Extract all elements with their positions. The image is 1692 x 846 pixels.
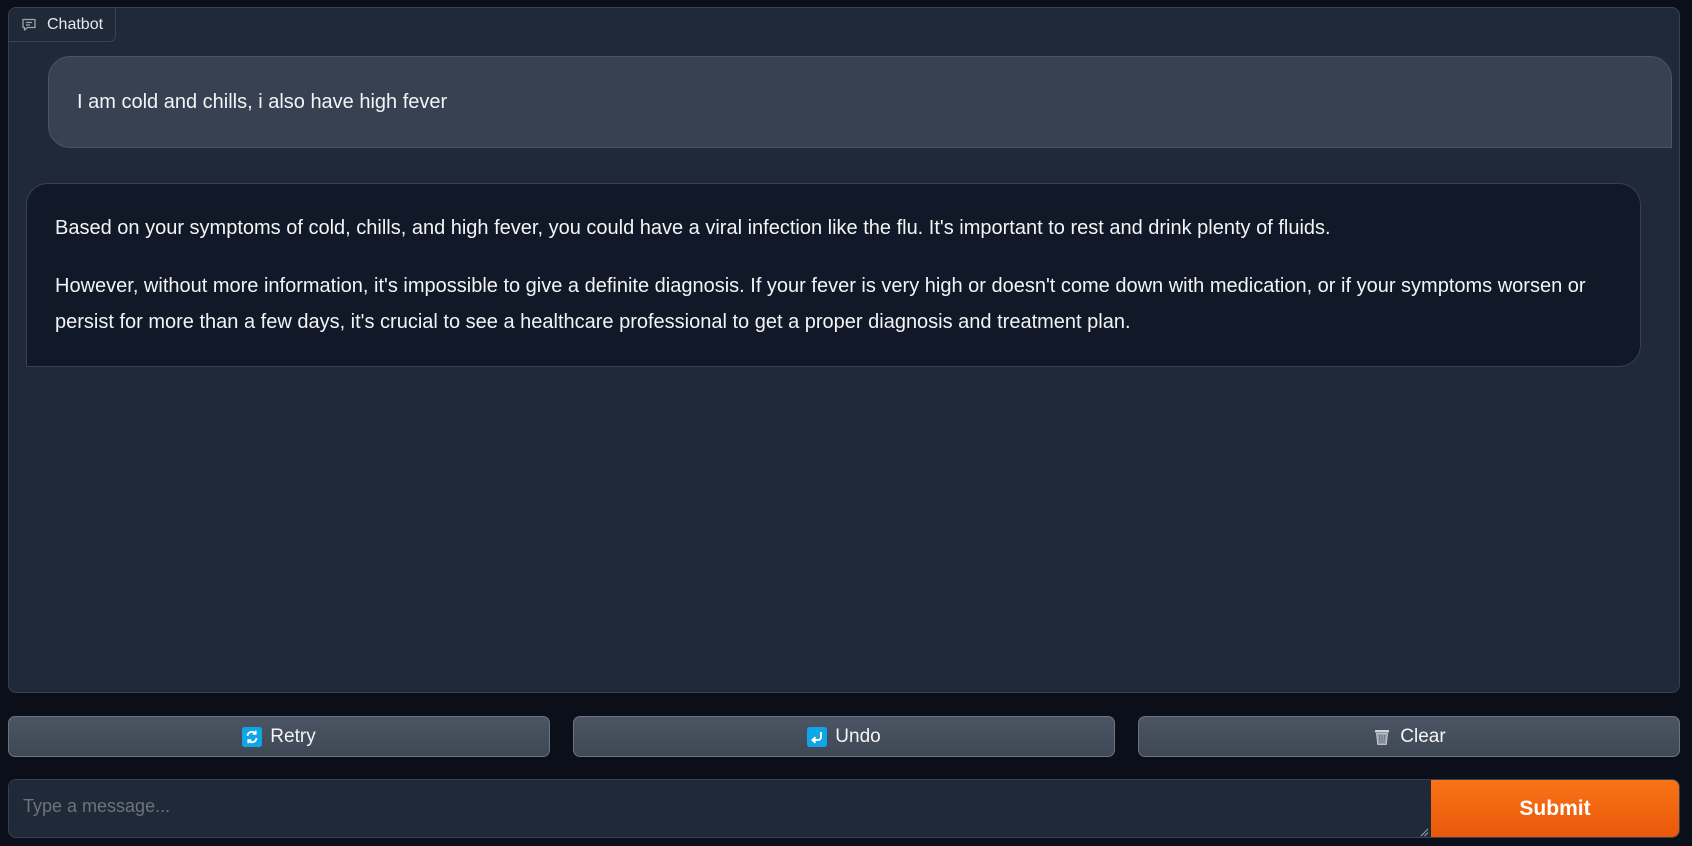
trash-icon	[1372, 727, 1392, 747]
chatbot-label-text: Chatbot	[47, 15, 104, 33]
undo-button[interactable]: Undo	[573, 716, 1115, 757]
message-input[interactable]	[9, 780, 1432, 837]
resize-handle-icon[interactable]	[1419, 824, 1429, 837]
clear-label: Clear	[1400, 725, 1446, 747]
retry-icon	[242, 726, 263, 747]
chat-bubble-icon	[21, 17, 37, 33]
assistant-message: Based on your symptoms of cold, chills, …	[26, 183, 1641, 367]
action-buttons: Retry Undo Clear	[8, 716, 1680, 757]
retry-button[interactable]: Retry	[8, 716, 550, 757]
undo-icon	[807, 726, 828, 747]
assistant-paragraph: However, without more information, it's …	[55, 275, 1586, 333]
chatbot-label: Chatbot	[9, 8, 117, 42]
clear-button[interactable]: Clear	[1138, 716, 1680, 757]
composer: Submit	[8, 779, 1680, 838]
user-message: I am cold and chills, i also have high f…	[48, 56, 1672, 148]
retry-label: Retry	[270, 725, 316, 747]
submit-button[interactable]: Submit	[1431, 780, 1679, 837]
assistant-paragraph: Based on your symptoms of cold, chills, …	[55, 217, 1331, 239]
undo-label: Undo	[835, 725, 881, 747]
chatbot-panel: Chatbot I am cold and chills, i also hav…	[8, 7, 1680, 693]
user-message-text: I am cold and chills, i also have high f…	[77, 90, 448, 113]
